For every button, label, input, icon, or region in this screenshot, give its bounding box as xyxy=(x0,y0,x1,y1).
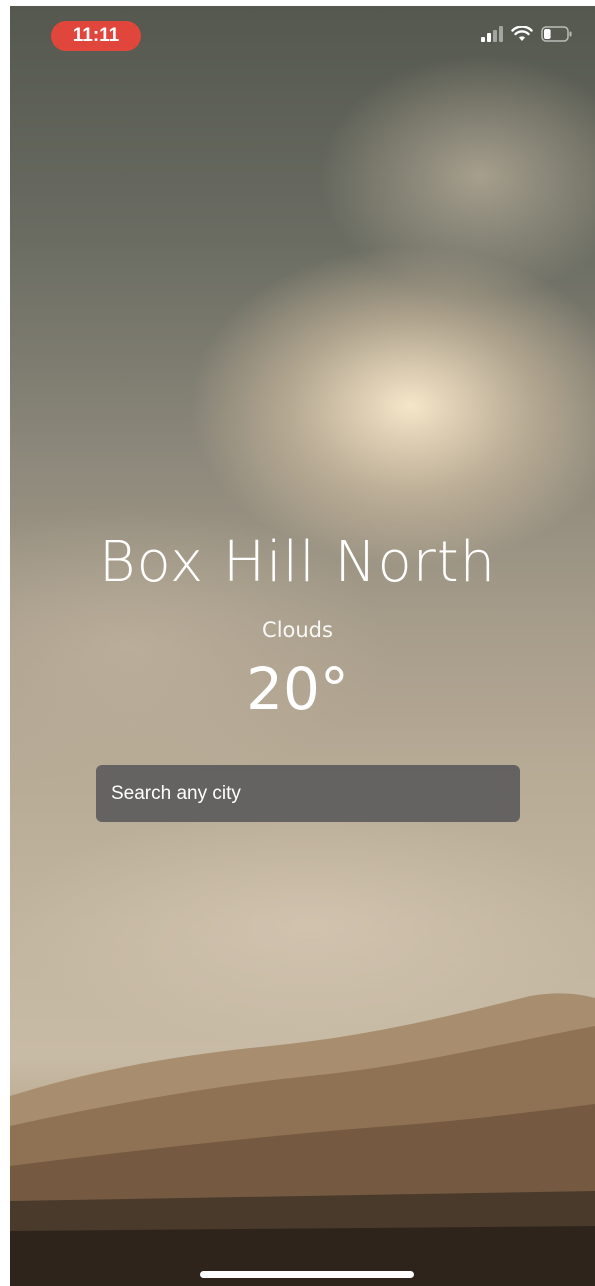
battery-icon xyxy=(541,26,572,42)
status-bar: 11:11 xyxy=(10,6,595,51)
city-name: Box Hill North xyxy=(98,530,497,595)
status-icons xyxy=(481,26,573,42)
signal-icon xyxy=(481,26,503,42)
desert-dunes-background xyxy=(10,993,595,1286)
city-search-input[interactable] xyxy=(96,765,520,822)
weather-screen: 11:11 xyxy=(10,6,595,1286)
wifi-icon xyxy=(511,26,533,41)
status-time: 11:11 xyxy=(51,21,141,51)
home-indicator[interactable] xyxy=(200,1271,414,1278)
temperature: 20° xyxy=(246,655,349,723)
weather-condition: Clouds xyxy=(262,618,333,642)
